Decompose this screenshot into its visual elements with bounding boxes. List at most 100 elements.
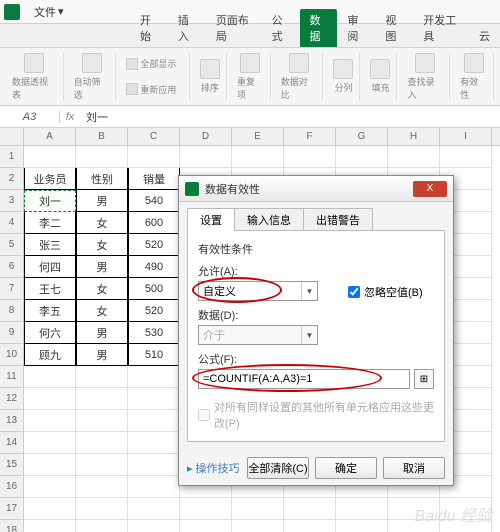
cell[interactable]	[128, 498, 180, 520]
cell[interactable]: 男	[76, 344, 128, 366]
row-header[interactable]: 10	[0, 344, 23, 366]
cell[interactable]	[284, 146, 336, 168]
operation-tips-link[interactable]: ▸ 操作技巧	[187, 460, 240, 476]
ribbon-duplicates[interactable]: 重复项	[231, 52, 271, 101]
tab-view[interactable]: 视图	[375, 9, 413, 47]
tab-devtools[interactable]: 开发工具	[413, 9, 469, 47]
cell[interactable]	[180, 498, 232, 520]
cell[interactable]	[76, 366, 128, 388]
cell[interactable]: 刘一	[24, 190, 76, 212]
cell[interactable]	[336, 146, 388, 168]
tab-review[interactable]: 审阅	[337, 9, 375, 47]
ribbon-pivot[interactable]: 数据透视表	[6, 52, 64, 101]
cell[interactable]: 530	[128, 322, 180, 344]
cell[interactable]: 女	[76, 278, 128, 300]
cell[interactable]	[24, 146, 76, 168]
ribbon-fill[interactable]: 填充	[364, 52, 397, 101]
cell[interactable]: 业务员	[24, 168, 76, 190]
cell[interactable]: 张三	[24, 234, 76, 256]
cell[interactable]	[284, 520, 336, 532]
cell[interactable]	[180, 520, 232, 532]
col-header-B[interactable]: B	[76, 128, 128, 145]
row-header[interactable]: 18	[0, 520, 23, 532]
row-header[interactable]: 13	[0, 410, 23, 432]
select-all[interactable]	[0, 128, 23, 146]
cell[interactable]	[76, 476, 128, 498]
cell[interactable]	[24, 388, 76, 410]
cell[interactable]	[24, 520, 76, 532]
row-header[interactable]: 16	[0, 476, 23, 498]
cell[interactable]	[180, 146, 232, 168]
cell[interactable]	[24, 476, 76, 498]
dialog-tab-error[interactable]: 出错警告	[303, 208, 373, 231]
col-header-C[interactable]: C	[128, 128, 180, 145]
clear-all-button[interactable]: 全部清除(C)	[247, 457, 309, 479]
ribbon-textcols[interactable]: 分列	[327, 52, 360, 101]
cell[interactable]: 性别	[76, 168, 128, 190]
cell[interactable]	[24, 498, 76, 520]
cell[interactable]: 女	[76, 212, 128, 234]
row-header[interactable]: 9	[0, 322, 23, 344]
formula-input[interactable]	[198, 369, 410, 389]
tab-formula[interactable]: 公式	[262, 9, 300, 47]
ribbon-autofilter[interactable]: 自动筛选	[68, 52, 117, 101]
row-header[interactable]: 7	[0, 278, 23, 300]
range-select-button[interactable]: ⊞	[414, 369, 434, 389]
row-header[interactable]: 8	[0, 300, 23, 322]
tab-cloud[interactable]: 云	[469, 25, 500, 47]
cell[interactable]: 540	[128, 190, 180, 212]
cell[interactable]	[128, 146, 180, 168]
cell[interactable]: 500	[128, 278, 180, 300]
cell[interactable]	[76, 454, 128, 476]
cell[interactable]	[76, 432, 128, 454]
cell[interactable]: 何六	[24, 322, 76, 344]
row-header[interactable]: 1	[0, 146, 23, 168]
col-header-F[interactable]: F	[284, 128, 336, 145]
cell[interactable]: 王七	[24, 278, 76, 300]
row-header[interactable]: 15	[0, 454, 23, 476]
cell[interactable]	[232, 146, 284, 168]
cell[interactable]	[76, 388, 128, 410]
cell[interactable]	[76, 146, 128, 168]
cell[interactable]	[440, 146, 492, 168]
cell[interactable]	[24, 454, 76, 476]
dialog-tab-input[interactable]: 输入信息	[234, 208, 304, 231]
row-header[interactable]: 11	[0, 366, 23, 388]
row-header[interactable]: 2	[0, 168, 23, 190]
cell[interactable]: 何四	[24, 256, 76, 278]
file-menu[interactable]: 文件 ▾	[26, 2, 72, 22]
cell[interactable]	[128, 366, 180, 388]
cell[interactable]	[24, 432, 76, 454]
col-header-I[interactable]: I	[440, 128, 492, 145]
row-header[interactable]: 17	[0, 498, 23, 520]
ribbon-reapply[interactable]: 重新应用	[126, 83, 183, 96]
cell[interactable]: 李五	[24, 300, 76, 322]
ribbon-findentry[interactable]: 查找录入	[401, 52, 450, 101]
ribbon-validation[interactable]: 有效性	[454, 52, 494, 101]
cell[interactable]	[284, 498, 336, 520]
cell[interactable]: 520	[128, 300, 180, 322]
tab-pagelayout[interactable]: 页面布局	[206, 9, 262, 47]
cell[interactable]: 男	[76, 190, 128, 212]
cell[interactable]: 李二	[24, 212, 76, 234]
dialog-tab-settings[interactable]: 设置	[187, 208, 235, 231]
cell[interactable]: 490	[128, 256, 180, 278]
ribbon-sort[interactable]: 排序	[194, 52, 227, 101]
cancel-button[interactable]: 取消	[383, 457, 445, 479]
cell[interactable]	[76, 410, 128, 432]
col-header-G[interactable]: G	[336, 128, 388, 145]
cell[interactable]: 销量	[128, 168, 180, 190]
ok-button[interactable]: 确定	[315, 457, 377, 479]
cell[interactable]	[128, 520, 180, 532]
tab-home[interactable]: 开始	[130, 9, 168, 47]
cell[interactable]	[128, 410, 180, 432]
row-header[interactable]: 6	[0, 256, 23, 278]
cell[interactable]	[24, 410, 76, 432]
cell[interactable]	[128, 476, 180, 498]
tab-insert[interactable]: 插入	[168, 9, 206, 47]
cell[interactable]	[24, 366, 76, 388]
cell[interactable]	[76, 520, 128, 532]
cell[interactable]	[76, 498, 128, 520]
allow-combo[interactable]: 自定义 ▼	[198, 281, 318, 301]
formula-value[interactable]: 刘一	[80, 109, 114, 125]
